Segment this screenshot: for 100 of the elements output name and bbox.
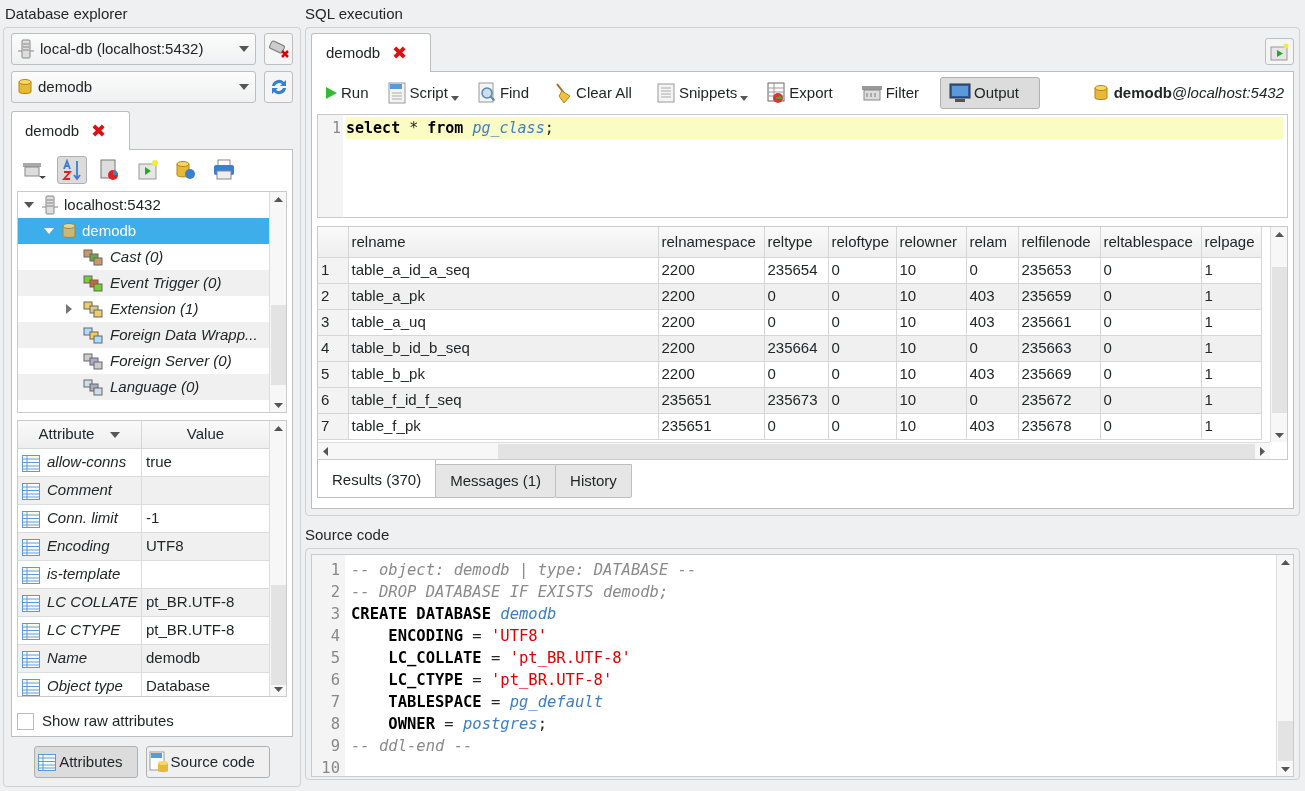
- table-cell: 10: [896, 283, 966, 309]
- attribute-name: Conn. limit: [47, 508, 118, 529]
- panel-title: SQL execution: [305, 4, 404, 24]
- toolbar-button[interactable]: Script: [379, 77, 466, 109]
- attribute-name: Encoding: [47, 536, 110, 557]
- column-header[interactable]: reltablespace: [1100, 227, 1201, 257]
- tree-item[interactable]: localhost:5432: [18, 192, 269, 218]
- toolbar-button[interactable]: Export: [759, 77, 840, 109]
- table-cell: 0: [828, 309, 896, 335]
- scrollbar-thumb[interactable]: [498, 443, 1255, 459]
- column-header[interactable]: relam: [966, 227, 1018, 257]
- tree-item[interactable]: Cast (0): [18, 244, 269, 270]
- refresh-button[interactable]: [264, 71, 293, 103]
- scroll-left-icon[interactable]: [323, 446, 328, 456]
- line-number: 3: [329, 604, 340, 625]
- table-cell: 0: [1100, 335, 1201, 361]
- table-cell: 0: [828, 257, 896, 283]
- line-number: 1: [330, 118, 341, 139]
- database-dropdown[interactable]: demodb: [11, 71, 256, 103]
- run-in-new-tab-button[interactable]: [1265, 38, 1294, 65]
- scroll-down-icon[interactable]: [1274, 433, 1284, 438]
- table-icon: [21, 592, 41, 613]
- scroll-up-icon[interactable]: [1274, 232, 1284, 237]
- scroll-down-icon[interactable]: [273, 403, 283, 408]
- table-cell: 235661: [1018, 309, 1100, 335]
- sql-editor[interactable]: 1 select * from pg_class;: [317, 114, 1288, 218]
- server-icon: [42, 195, 58, 215]
- table-cell: 0: [1100, 361, 1201, 387]
- toggle-button[interactable]: Attributes: [34, 746, 138, 778]
- table-cell: 235654: [764, 257, 828, 283]
- checkbox-label[interactable]: Show raw attributes: [42, 710, 174, 733]
- tab[interactable]: demodb ✖: [311, 33, 431, 72]
- table-cell: 1: [1201, 283, 1261, 309]
- scroll-up-icon[interactable]: [273, 426, 283, 431]
- toolbar-button[interactable]: Clear All: [546, 77, 639, 109]
- table-cell: table_f_pk: [348, 413, 658, 439]
- tree-item[interactable]: Foreign Data Wrapp...: [18, 322, 269, 348]
- toolbar-button[interactable]: Filter: [853, 77, 926, 109]
- row-number: 6: [318, 387, 348, 413]
- connection-dropdown[interactable]: local-db (localhost:5432): [11, 33, 256, 65]
- scroll-down-icon[interactable]: [273, 687, 283, 692]
- column-header[interactable]: relowner: [896, 227, 966, 257]
- toolbar-button[interactable]: [57, 156, 87, 184]
- list-icon: [655, 82, 676, 104]
- column-header[interactable]: reltype: [764, 227, 828, 257]
- table-cell: 235663: [1018, 335, 1100, 361]
- tab[interactable]: Results (370): [317, 460, 437, 498]
- row-number: 3: [318, 309, 348, 335]
- object-icon: [82, 273, 104, 293]
- tree-item[interactable]: Extension (1): [18, 296, 269, 322]
- table-cell: 403: [966, 309, 1018, 335]
- column-header[interactable]: relname: [348, 227, 658, 257]
- line-number: 6: [329, 670, 340, 691]
- tree-item[interactable]: Event Trigger (0): [18, 270, 269, 296]
- tree-item[interactable]: Language (0): [18, 374, 269, 400]
- column-header[interactable]: Attribute: [18, 421, 142, 448]
- toolbar-button[interactable]: Run: [317, 77, 376, 109]
- toolbar-button[interactable]: Find: [469, 77, 537, 109]
- toolbar-button[interactable]: Snippets: [648, 77, 756, 109]
- column-header[interactable]: relpage: [1201, 227, 1261, 257]
- tab[interactable]: History: [555, 464, 632, 498]
- scroll-up-icon[interactable]: [273, 197, 283, 202]
- database-icon: [18, 78, 32, 96]
- scrollbar-thumb[interactable]: [270, 305, 286, 385]
- caret-icon: [110, 431, 121, 438]
- sql-file-icon: [148, 751, 169, 773]
- scrollbar-thumb[interactable]: [1271, 267, 1287, 413]
- tree-item[interactable]: Foreign Server (0): [18, 348, 269, 374]
- close-icon[interactable]: ✖: [392, 44, 408, 62]
- disconnect-button[interactable]: [264, 33, 293, 65]
- tab[interactable]: Messages (1): [435, 464, 557, 498]
- table-icon: [21, 536, 41, 557]
- table-cell: 10: [896, 361, 966, 387]
- close-icon[interactable]: ✖: [91, 122, 107, 140]
- table-cell: 10: [896, 335, 966, 361]
- toggle-button[interactable]: Source code: [145, 746, 270, 778]
- play-icon: [137, 159, 159, 181]
- column-header[interactable]: relnamespace: [658, 227, 764, 257]
- column-header[interactable]: relfilenode: [1018, 227, 1100, 257]
- scrollbar-thumb[interactable]: [270, 585, 286, 685]
- table-cell: 10: [896, 413, 966, 439]
- scroll-right-icon[interactable]: [1260, 446, 1265, 456]
- line-number: 5: [329, 648, 340, 669]
- caret-icon: [239, 46, 249, 52]
- column-header[interactable]: reloftype: [828, 227, 896, 257]
- table-cell: 235664: [764, 335, 828, 361]
- table-cell: table_a_id_a_seq: [348, 257, 658, 283]
- toolbar-button[interactable]: Output: [940, 77, 1041, 109]
- checkbox[interactable]: [17, 712, 34, 730]
- table-cell: 1: [1201, 335, 1261, 361]
- attribute-name: Name: [47, 648, 87, 669]
- table-cell: table_b_pk: [348, 361, 658, 387]
- scroll-up-icon[interactable]: [1280, 560, 1290, 565]
- table-cell: 403: [966, 361, 1018, 387]
- column-header[interactable]: Value: [142, 421, 269, 448]
- scroll-down-icon[interactable]: [1280, 767, 1290, 772]
- scrollbar-thumb[interactable]: [1277, 721, 1293, 761]
- object-icon: [82, 299, 104, 319]
- code-line: -- DROP DATABASE IF EXISTS demodb;: [351, 582, 670, 603]
- tab[interactable]: demodb ✖: [11, 111, 130, 150]
